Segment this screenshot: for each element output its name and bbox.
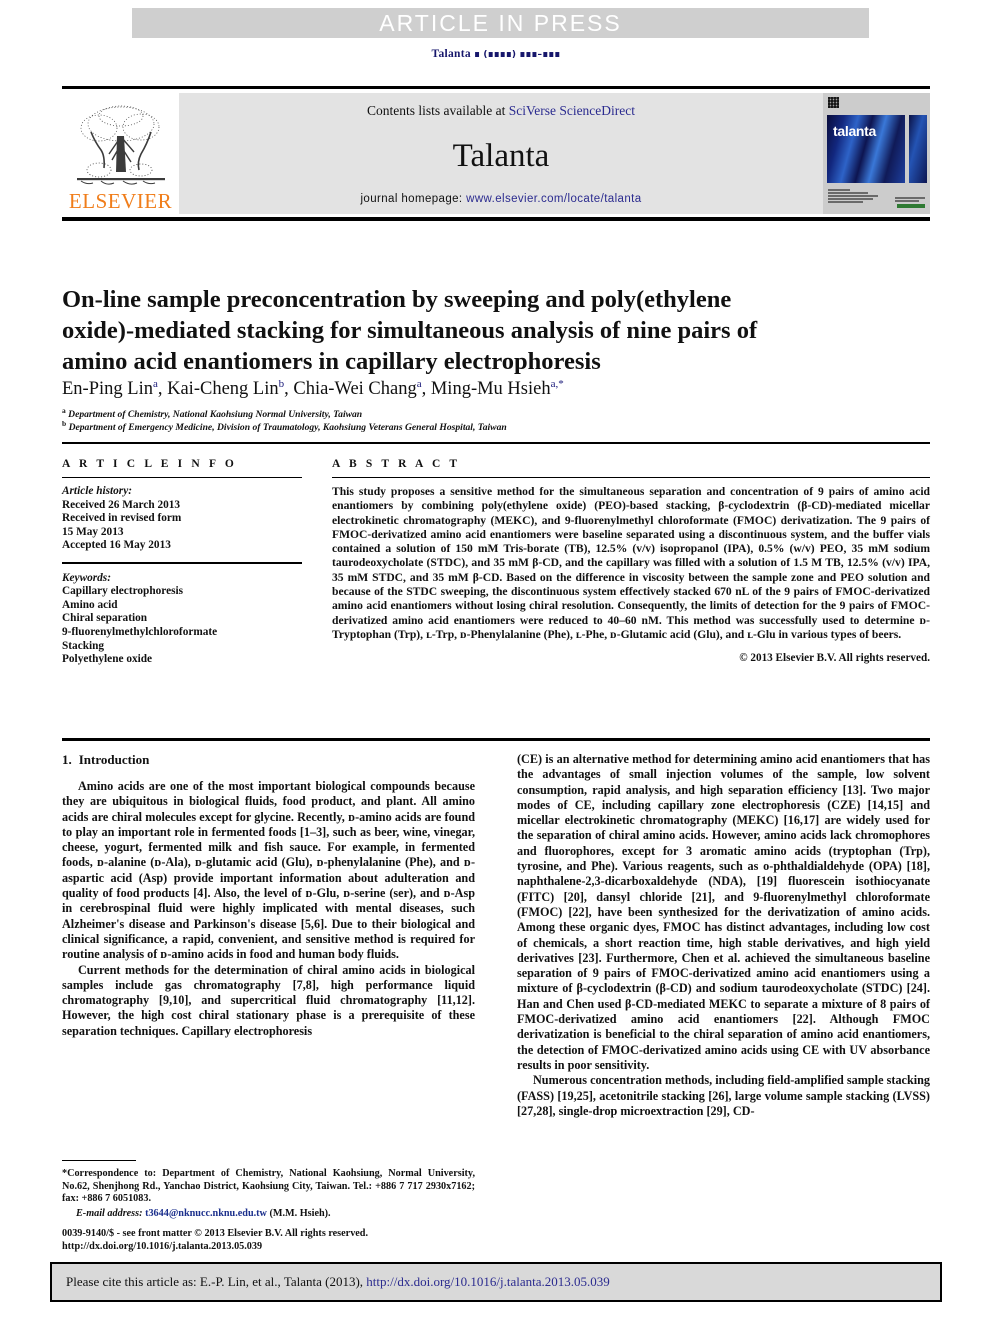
affiliation-mark: b — [62, 419, 67, 428]
cover-journal-title: talanta — [833, 123, 877, 139]
section-number: 1. — [62, 752, 72, 767]
correspondence-text: *Correspondence to: Department of Chemis… — [62, 1168, 475, 1205]
affiliation: b Department of Emergency Medicine, Divi… — [62, 419, 892, 433]
cite-doi-link[interactable]: http://dx.doi.org/10.1016/j.talanta.2013… — [366, 1274, 610, 1289]
keyword-item: Chiral separation — [62, 612, 148, 625]
journal-cover-thumbnail: talanta — [823, 93, 930, 214]
article-history-item: 15 May 2013 — [62, 525, 124, 538]
author-name: Ming-Mu Hsieh — [430, 379, 551, 400]
imprint-issn-line: 0039-9140/$ - see front matter © 2013 El… — [62, 1228, 369, 1239]
keyword-item: Stacking — [62, 639, 105, 652]
info-section-top-rule — [62, 442, 930, 444]
footnote-rule — [62, 1160, 136, 1161]
affiliation-mark: a — [62, 406, 66, 415]
correspondence-footnote: *Correspondence to: Department of Chemis… — [62, 1160, 475, 1220]
copyright-line: © 2013 Elsevier B.V. All rights reserved… — [739, 652, 930, 665]
keywords-rule — [62, 561, 302, 564]
author-affil-mark: a — [152, 378, 158, 390]
paragraph: Current methods for the determination of… — [62, 962, 475, 1038]
abstract-heading: A B S T R A C T — [332, 458, 461, 470]
abstract-column: A B S T R A C T This study proposes a se… — [332, 458, 930, 664]
imprint-doi-line: http://dx.doi.org/10.1016/j.talanta.2013… — [62, 1241, 263, 1252]
cover-text-lines-right — [895, 197, 925, 203]
article-history-item: Received in revised form — [62, 512, 182, 525]
keywords-block: Keywords: Capillary electrophoresis Amin… — [62, 572, 302, 667]
page-title: On-line sample preconcentration by sweep… — [62, 286, 758, 376]
author-affil-mark-corresponding: a,* — [550, 378, 564, 390]
article-in-press-banner: ARTICLE IN PRESS — [132, 8, 869, 38]
article-history-label: Article history: — [62, 485, 132, 497]
keyword-item: Polyethylene oxide — [62, 653, 153, 666]
article-history-item: Accepted 16 May 2013 — [62, 539, 171, 552]
article-info-column: A R T I C L E I N F O Article history: R… — [62, 458, 302, 667]
running-head-volume: ∎ — [474, 50, 481, 60]
journal-homepage-line: journal homepage: www.elsevier.com/locat… — [360, 193, 641, 205]
sciencedirect-link[interactable]: SciVerse ScienceDirect — [509, 103, 635, 118]
section-title: Introduction — [78, 752, 150, 767]
info-section-bottom-rule — [62, 738, 930, 741]
article-history-item: Received 26 March 2013 — [62, 498, 181, 511]
cover-qr-icon — [828, 97, 839, 108]
body-column-right: (CE) is an alternative method for determ… — [517, 752, 930, 1119]
journal-masthead: ELSEVIER Contents lists available at Sci… — [62, 86, 930, 221]
author-name: En-Ping Lin — [62, 379, 153, 400]
email-label: E-mail address: — [76, 1207, 143, 1219]
author-affil-mark: a — [416, 378, 422, 390]
author-affil-mark: b — [278, 378, 285, 390]
homepage-prefix: journal homepage: — [360, 193, 467, 205]
article-info-heading: A R T I C L E I N F O — [62, 458, 237, 470]
keyword-item: 9-fluorenylmethylchloroformate — [62, 625, 218, 638]
paragraph: Numerous concentration methods, includin… — [517, 1073, 930, 1118]
email-owner: (M.M. Hsieh). — [269, 1207, 331, 1219]
article-history-block: Article history: Received 26 March 2013 … — [62, 485, 302, 553]
email-line: E-mail address: t3644@nknucc.nknu.edu.tw… — [62, 1208, 475, 1221]
imprint-block: 0039-9140/$ - see front matter © 2013 El… — [62, 1227, 492, 1253]
author-name: Chia-Wei Chang — [293, 379, 417, 400]
contents-prefix: Contents lists available at — [366, 103, 509, 118]
paragraph: (CE) is an alternative method for determ… — [517, 752, 930, 1072]
elsevier-wordmark: ELSEVIER — [68, 189, 173, 213]
cover-art-spine — [909, 115, 927, 183]
contents-list-line: Contents lists available at SciVerse Sci… — [367, 103, 635, 119]
cover-text-lines — [828, 189, 900, 204]
cite-prefix: Please cite this article as: E.-P. Lin, … — [66, 1274, 367, 1289]
running-head-pages: ∎∎∎–∎∎∎ — [519, 50, 561, 60]
affiliation-text: Department of Emergency Medicine, Divisi… — [68, 422, 507, 434]
keyword-item: Capillary electrophoresis — [62, 585, 184, 598]
abstract-rule — [332, 477, 930, 478]
article-info-rule — [62, 477, 302, 478]
cover-accent-bar — [897, 204, 925, 208]
paragraph: Amino acids are one of the most importan… — [62, 779, 475, 962]
running-head: Talanta ∎ (∎∎∎∎) ∎∎∎–∎∎∎ — [0, 48, 992, 60]
article-in-press-label: ARTICLE IN PRESS — [379, 9, 622, 36]
author-list: En-Ping Lina, Kai-Cheng Linb, Chia-Wei C… — [62, 378, 564, 400]
elsevier-tree-icon — [76, 105, 165, 185]
body-column-left: 1. Introduction Amino acids are one of th… — [62, 752, 475, 1039]
journal-title: Talanta — [452, 137, 550, 174]
journal-homepage-link[interactable]: www.elsevier.com/locate/talanta — [466, 193, 641, 205]
email-link[interactable]: t3644@nknucc.nknu.edu.tw — [145, 1208, 267, 1219]
elsevier-logo: ELSEVIER — [62, 93, 179, 214]
keywords-label: Keywords: — [62, 571, 111, 584]
running-head-journal: Talanta — [431, 48, 471, 60]
author-name: Kai-Cheng Lin — [167, 379, 279, 400]
cite-article-text: Please cite this article as: E.-P. Lin, … — [52, 1274, 610, 1290]
cite-article-box: Please cite this article as: E.-P. Lin, … — [50, 1262, 942, 1302]
keyword-item: Amino acid — [62, 598, 118, 611]
running-head-year: (∎∎∎∎) — [483, 50, 517, 60]
masthead-center: Contents lists available at SciVerse Sci… — [179, 93, 823, 214]
abstract-text: This study proposes a sensitive method f… — [332, 485, 930, 641]
section-heading-introduction: 1. Introduction — [62, 752, 475, 768]
